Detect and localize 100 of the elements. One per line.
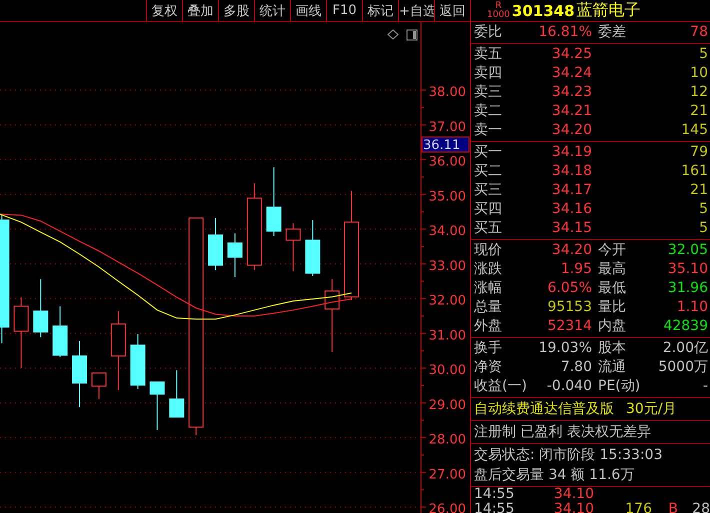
price-axis-label: 32.00 [428, 294, 466, 309]
candlestick [130, 334, 146, 390]
stat-value: 5000万 [657, 358, 708, 377]
price-axis-label: 28.00 [428, 432, 466, 448]
order-level-label: 卖二 [474, 102, 503, 121]
order-price: 34.20 [550, 121, 592, 140]
price-axis-label: 33.00 [428, 258, 466, 274]
order-volume: 5 [698, 200, 708, 219]
stat-label: 换手 [474, 339, 503, 358]
order-volume: 12 [689, 83, 708, 102]
stat-value: 7.80 [560, 358, 592, 377]
candlestick [227, 232, 242, 278]
stock-code: 301348 [512, 2, 575, 20]
stat-label: 委比 [474, 23, 503, 42]
stat-value: 52314 [546, 317, 592, 336]
candlestick [266, 166, 282, 237]
stat-label: 外盘 [474, 317, 503, 336]
stat-value: 2.00亿 [662, 339, 708, 358]
stat-label: 最低 [597, 279, 627, 298]
candlestick [150, 382, 165, 430]
stat-value: 32.05 [666, 241, 708, 260]
stat-label: 内盘 [597, 317, 627, 336]
stat-value: 95153 [546, 298, 592, 317]
price-axis-label: 34.00 [428, 224, 466, 240]
order-level-label: 卖四 [474, 64, 503, 83]
stat-value: 19.03% [538, 339, 592, 358]
order-price: 34.23 [550, 83, 592, 102]
stat-value: 6.05% [546, 279, 592, 298]
tick-price: 34.10 [552, 502, 594, 513]
stat-label: 最高 [597, 260, 627, 279]
order-volume: 79 [689, 143, 708, 162]
order-price: 34.24 [550, 64, 592, 83]
stat-label: 净资 [474, 358, 503, 377]
order-price: 34.15 [550, 219, 592, 238]
stat-value: 16.81% [538, 23, 592, 42]
stat-label: 今开 [597, 241, 627, 260]
order-volume: 21 [689, 181, 708, 200]
candlestick [169, 370, 184, 418]
tick-time: 14:55 [474, 487, 516, 502]
candlestick [208, 217, 224, 271]
tick-price: 34.10 [552, 487, 594, 502]
order-level-label: 买五 [474, 219, 503, 238]
order-level-label: 卖一 [474, 121, 503, 140]
stat-label: 委差 [597, 23, 627, 42]
stat-value: 42839 [662, 317, 708, 336]
ad-price: 30元/月 [626, 400, 677, 419]
price-axis-label: 31.00 [428, 328, 466, 344]
price-axis-label: 29.00 [428, 398, 466, 413]
order-level-label: 买二 [474, 162, 503, 181]
order-level-label: 卖三 [474, 83, 503, 102]
stat-value: 35.10 [666, 260, 708, 279]
stock-name: 蓝箭电子 [576, 0, 641, 21]
order-level-label: 买四 [474, 200, 503, 219]
price-axis-label: 36.00 [428, 154, 466, 170]
stock-notice: 注册制 已盈利 表决权无差异 [473, 423, 652, 442]
price-axis-label: 37.00 [428, 120, 466, 135]
order-price: 34.17 [550, 181, 592, 200]
price-axis-label: 30.00 [428, 363, 466, 378]
tick-time: 14:55 [474, 502, 516, 513]
price-axis-label: 26.00 [428, 502, 466, 513]
order-price: 34.25 [550, 45, 592, 64]
order-price: 34.18 [550, 162, 592, 181]
order-volume: 5 [698, 45, 708, 64]
stat-label: 收益(一) [474, 377, 526, 396]
trading-status: 盘后交易量 34 额 11.6万 [473, 466, 636, 485]
stat-value: 1.95 [560, 260, 592, 279]
stat-label: 涨跌 [474, 260, 503, 279]
stat-label: 现价 [474, 241, 503, 260]
tick-volume: 176 [624, 502, 652, 513]
stat-value: -0.040 [546, 377, 592, 396]
candlestick [91, 372, 106, 400]
stat-value: 1.10 [676, 298, 708, 317]
order-level-label: 买三 [474, 181, 503, 200]
price-axis-label: 27.00 [428, 467, 466, 482]
stat-label: 股本 [597, 339, 627, 358]
order-level-label: 卖五 [474, 45, 503, 64]
price-axis-label: 38.00 [428, 85, 466, 100]
order-price: 34.16 [550, 200, 592, 219]
stat-label: 总量 [474, 298, 503, 317]
order-volume: 145 [680, 121, 708, 140]
candlestick [52, 306, 68, 358]
diamond-icon [387, 29, 399, 40]
stat-label: PE(动) [597, 377, 642, 396]
order-volume: 21 [689, 102, 708, 121]
order-price: 34.19 [550, 143, 592, 162]
order-price: 34.21 [550, 102, 592, 121]
candlestick [33, 278, 48, 338]
order-volume: 5 [698, 219, 708, 238]
stat-value: - [702, 377, 708, 396]
stat-value: 34.20 [550, 241, 592, 260]
order-volume: 161 [680, 162, 708, 181]
candlestick [286, 222, 301, 272]
stat-label: 流通 [597, 358, 627, 377]
order-volume: 10 [689, 64, 708, 83]
stat-value: 78 [689, 23, 708, 42]
stat-label: 涨幅 [474, 279, 503, 298]
ad-text[interactable]: 自动续费通达信普及版 [474, 399, 614, 419]
panel-toggle-icon[interactable] [406, 30, 418, 40]
stat-value: 31.96 [666, 279, 708, 298]
tick-count: 28 [691, 502, 710, 513]
